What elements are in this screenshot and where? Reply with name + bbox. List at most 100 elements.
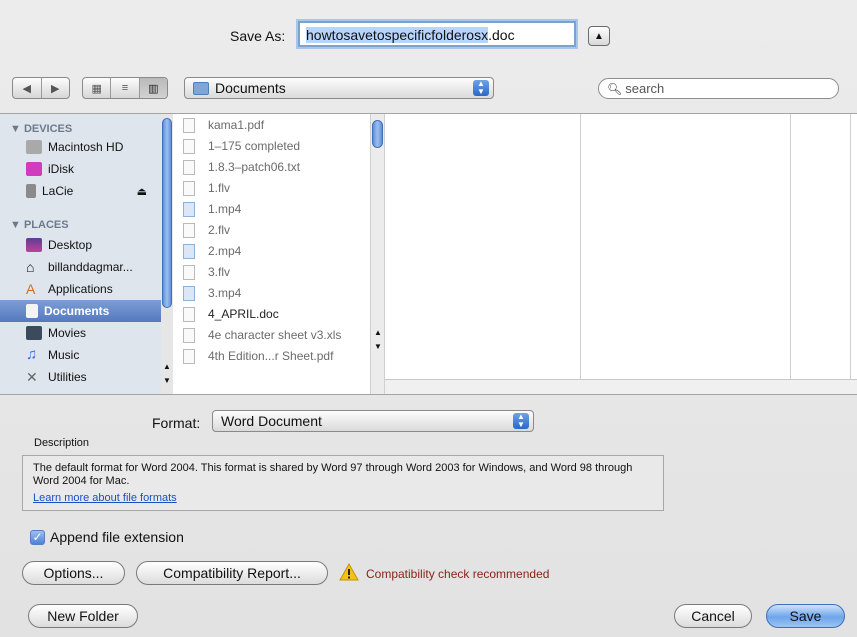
document-icon: [183, 222, 195, 238]
file-name: 4_APRIL.doc: [208, 307, 279, 321]
new-folder-button[interactable]: New Folder: [28, 604, 138, 628]
column-view-button[interactable]: ▥: [139, 78, 167, 98]
media-file-icon: [183, 285, 195, 301]
file-name: 2.flv: [208, 223, 231, 237]
triangle-up-icon: ▲: [594, 30, 604, 42]
file-column-scrollbar[interactable]: ▲ ▼: [371, 114, 385, 394]
browser-column: [791, 114, 851, 379]
file-column-scroll-thumb[interactable]: [372, 120, 383, 148]
folder-icon: [193, 81, 209, 95]
file-name: 1.flv: [208, 181, 231, 195]
document-icon: [183, 180, 195, 196]
scroll-up-arrow-icon[interactable]: ▲: [374, 328, 382, 337]
file-name: 1.mp4: [208, 202, 242, 216]
media-file-icon: [183, 201, 195, 217]
scroll-down-arrow-icon[interactable]: ▼: [374, 342, 382, 351]
icon-view-button[interactable]: ▦: [83, 78, 112, 98]
sidebar-item-label: Music: [48, 348, 80, 362]
sidebar-item-label: billanddagmar...: [48, 260, 133, 274]
filename-input[interactable]: howtosavetospecificfolderosx.doc: [298, 21, 576, 47]
document-icon: [183, 264, 195, 280]
arrow-left-icon: ◀: [22, 82, 31, 95]
file-name: 1–175 completed: [208, 139, 301, 153]
format-popup[interactable]: Word Document ▲ ▼: [212, 410, 534, 432]
search-placeholder: search: [625, 81, 665, 96]
list-item[interactable]: 3.mp4: [173, 282, 369, 304]
filename-selected-part: howtosavetospecificfolderosx: [306, 27, 489, 43]
collapse-dialog-button[interactable]: ▲: [588, 26, 610, 46]
sidebar-scroll-thumb[interactable]: [162, 118, 172, 308]
list-item[interactable]: 4th Edition...r Sheet.pdf: [173, 345, 369, 367]
list-item[interactable]: 1.mp4: [173, 198, 369, 220]
description-label: Description: [34, 437, 90, 449]
sidebar-item-label: iDisk: [48, 162, 74, 176]
list-item[interactable]: 2.mp4: [173, 240, 369, 262]
filename-extension: .doc: [488, 27, 515, 43]
file-name: 3.mp4: [208, 286, 242, 300]
places-header[interactable]: ▼ PLACES: [10, 219, 69, 231]
eject-icon[interactable]: ⏏: [137, 185, 147, 198]
document-icon: [183, 348, 195, 364]
scroll-down-arrow-icon[interactable]: ▼: [163, 376, 171, 385]
cancel-button[interactable]: Cancel: [674, 604, 752, 628]
popup-arrows-icon: ▲ ▼: [473, 80, 489, 96]
sidebar-item-movies[interactable]: Movies: [0, 322, 161, 344]
scroll-up-arrow-icon[interactable]: ▲: [163, 362, 171, 371]
sidebar-item-label: Macintosh HD: [48, 140, 124, 154]
browser-column: [385, 114, 581, 379]
sidebar-item-lacie[interactable]: LaCie ⏏: [0, 180, 161, 202]
devices-header[interactable]: ▼ DEVICES: [10, 123, 72, 135]
list-item[interactable]: 4_APRIL.doc: [173, 303, 369, 325]
list-view-button[interactable]: ≡: [111, 78, 140, 98]
list-item[interactable]: 3.flv: [173, 261, 369, 283]
back-button[interactable]: ◀: [13, 78, 42, 98]
search-input[interactable]: 🔍︎ search: [598, 78, 839, 99]
sidebar-item-label: Movies: [48, 326, 87, 340]
back-forward-control[interactable]: ◀ ▶: [12, 77, 70, 99]
location-popup[interactable]: Documents ▲ ▼: [184, 77, 494, 99]
options-button[interactable]: Options...: [22, 561, 125, 585]
description-box: The default format for Word 2004. This f…: [22, 455, 664, 511]
sidebar-item-macintosh-hd[interactable]: Macintosh HD: [0, 136, 161, 158]
applications-icon: A: [26, 281, 36, 297]
view-mode-control[interactable]: ▦ ≡ ▥: [82, 77, 168, 99]
sidebar-item-label: Utilities: [48, 370, 87, 384]
list-item[interactable]: 2.flv: [173, 219, 369, 241]
sidebar-item-documents[interactable]: Documents: [0, 300, 161, 322]
location-value: Documents: [215, 80, 286, 96]
format-label: Format:: [152, 415, 201, 431]
warning-icon: [339, 563, 359, 581]
compatibility-warning-text: Compatibility check recommended: [366, 567, 550, 581]
file-name: 1.8.3–patch06.txt: [208, 160, 301, 174]
learn-more-link[interactable]: Learn more about file formats: [33, 492, 653, 505]
popup-arrows-icon: ▲ ▼: [513, 413, 529, 429]
forward-button[interactable]: ▶: [42, 78, 70, 98]
sidebar-item-utilities[interactable]: ✕ Utilities: [0, 366, 161, 388]
sidebar-item-idisk[interactable]: iDisk: [0, 158, 161, 180]
sidebar-item-desktop[interactable]: Desktop: [0, 234, 161, 256]
browser-column: [581, 114, 791, 379]
media-file-icon: [183, 243, 195, 259]
external-drive-icon: [26, 184, 36, 198]
horizontal-scrollbar[interactable]: [385, 379, 857, 394]
description-text: The default format for Word 2004. This f…: [33, 462, 633, 487]
file-name: 2.mp4: [208, 244, 242, 258]
sidebar-item-applications[interactable]: A Applications: [0, 278, 161, 300]
save-button[interactable]: Save: [766, 604, 845, 628]
list-item[interactable]: kama1.pdf: [173, 114, 369, 136]
document-icon: [183, 117, 195, 133]
list-item[interactable]: 1.8.3–patch06.txt: [173, 156, 369, 178]
sidebar: ▼ DEVICES Macintosh HD iDisk LaCie ⏏ ▼ P…: [0, 114, 173, 394]
documents-icon: [26, 304, 38, 318]
list-item[interactable]: 1–175 completed: [173, 135, 369, 157]
append-extension-checkbox[interactable]: ✓: [30, 530, 45, 545]
sidebar-item-music[interactable]: ♫ Music: [0, 344, 161, 366]
compatibility-report-button[interactable]: Compatibility Report...: [136, 561, 328, 585]
list-item[interactable]: 4e character sheet v3.xls: [173, 324, 369, 346]
document-icon: [183, 159, 195, 175]
sidebar-item-home[interactable]: ⌂ billanddagmar...: [0, 256, 161, 278]
append-extension-label[interactable]: Append file extension: [50, 529, 184, 545]
sidebar-scrollbar[interactable]: ▲ ▼: [161, 114, 173, 394]
columns-icon: ▥: [148, 82, 159, 95]
list-item[interactable]: 1.flv: [173, 177, 369, 199]
